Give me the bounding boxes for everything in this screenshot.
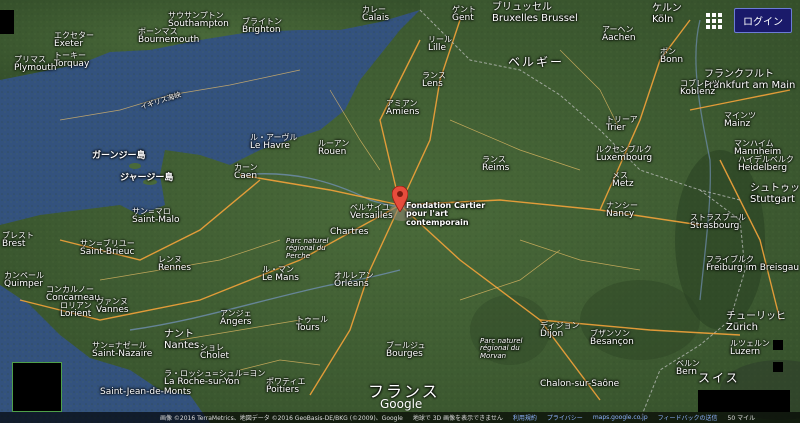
city-label: マインツ Mainz (724, 111, 756, 130)
minimap[interactable] (12, 362, 62, 412)
zoom-controls (773, 340, 785, 372)
city-label: フライブルク Freiburg im Breisgau (706, 255, 800, 274)
city-label: ブライトン Brighton (242, 17, 282, 36)
city-label: ブレスト Brest (2, 231, 34, 250)
city-label: ル・アーヴル Le Havre (250, 133, 298, 152)
city-label: サン=ナゼール Saint-Nazaire (92, 341, 153, 360)
city-label: ケルン Köln (652, 3, 682, 25)
terms-link[interactable]: 利用規約 (513, 413, 537, 422)
google-logo: Google (380, 397, 423, 411)
city-label: トリーア Trier (606, 115, 638, 134)
city-label: ランス Reims (482, 155, 510, 174)
region-label: ジャージー島 (120, 173, 174, 183)
signin-button[interactable]: ログイン (734, 8, 792, 33)
city-label: リール Lille (428, 35, 452, 54)
privacy-link[interactable]: プライバシー (547, 413, 583, 422)
city-label: ルツェルン Luzern (730, 339, 770, 358)
city-label: トゥール Tours (296, 315, 328, 334)
city-label: ブザンソン Besançon (590, 329, 634, 348)
city-label: ブリュッセル Bruxelles Brussel (492, 2, 578, 24)
city-label: オルレアン Orléans (334, 271, 374, 290)
city-label: メス Metz (612, 171, 634, 190)
feedback-link[interactable]: フィードバックの送信 (658, 413, 718, 422)
city-label: ベルン Bern (676, 359, 700, 378)
city-label: エクセター Exeter (54, 31, 94, 50)
city-label: コブレンツ Koblenz (680, 79, 720, 98)
city-label: サン=ブリユー Saint-Brieuc (80, 239, 135, 258)
notice-text: 地球で 3D 画像を表示できません (412, 415, 503, 422)
city-label: ディジョン Dijon (540, 321, 580, 340)
attribution-text: 画像 ©2016 TerraMetrics、地図データ ©2016 GeoBas… (160, 415, 403, 422)
city-label: アンジェ Angers (220, 309, 252, 328)
city-label: アーヘン Aachen (602, 25, 636, 44)
city-label: ラ・ロッシュ=シュル=ヨン La Roche-sur-Yon (164, 369, 266, 388)
city-label: カーン Caen (234, 163, 258, 182)
city-label: ベルサイユ Versailles (350, 203, 393, 222)
pin-label[interactable]: Fondation Cartier pour l'art contemporai… (406, 201, 486, 227)
city-label: ルーアン Rouen (318, 139, 350, 158)
city-label: カレー Calais (362, 5, 390, 24)
city-label: ルクセンブルク Luxembourg (596, 145, 653, 164)
zoom-out-button[interactable] (773, 362, 783, 372)
zoom-in-button[interactable] (773, 340, 783, 350)
overlay-block (698, 390, 790, 412)
city-label: レンヌ Rennes (158, 255, 192, 274)
city-label: ナンシー Nancy (606, 201, 638, 220)
map-view[interactable]: ログイン サウサンプトン Southampton ブライトン Brighton ボー… (0, 0, 800, 423)
park-label: Parc naturel régional du Morvan (480, 337, 523, 360)
city-label: ショレ Cholet (200, 343, 230, 362)
city-label: ストラスブール Strasbourg (690, 213, 746, 232)
city-label: Chartres (330, 227, 369, 237)
city-label: ボン Bonn (660, 47, 684, 66)
top-controls: ログイン (702, 8, 792, 33)
city-label: Chalon-sur-Saône (540, 379, 620, 389)
city-label: ロリアン Lorient (60, 301, 92, 320)
city-label: チューリッヒ Zürich (726, 311, 786, 333)
city-label: ポワティエ Poitiers (266, 377, 306, 396)
park-label: Parc naturel régional du Perche (286, 237, 329, 260)
city-label: プリマス Plymouth (14, 55, 57, 74)
country-label-belgium: ベルギー (508, 55, 565, 69)
city-label: ヴァンヌ Vannes (96, 297, 129, 316)
region-label: ガーンジー島 (92, 151, 146, 161)
city-label: シュトゥットガルトStuttgart (750, 183, 800, 205)
footer-bar: 画像 ©2016 TerraMetrics、地図データ ©2016 GeoBas… (0, 412, 800, 423)
country-label-switzerland: スイス (698, 371, 740, 385)
city-label: Saint-Jean-de-Monts (100, 387, 192, 397)
city-label: ボーンマス Bournemouth (138, 27, 200, 46)
city-label: ブールジュ Bourges (386, 341, 426, 360)
city-label: トーキー Torquay (54, 51, 90, 70)
overlay-block (0, 10, 14, 34)
city-label: ゲント Gent (452, 5, 476, 24)
city-label: カンペール Quimper (4, 271, 44, 290)
city-label: ランス Lens (422, 71, 446, 90)
maps-url-link[interactable]: maps.google.co.jp (593, 414, 648, 421)
city-label: ル・マン Le Mans (262, 265, 299, 284)
city-label: ハイデルベルク Heidelberg (738, 155, 794, 174)
scale-label: 50 マイル (727, 415, 756, 422)
apps-grid-icon[interactable] (702, 10, 726, 32)
city-label: サン=マロ Saint-Malo (132, 207, 180, 226)
city-label: アミアン Amiens (386, 99, 420, 118)
city-label: ナント Nantes (164, 329, 200, 351)
